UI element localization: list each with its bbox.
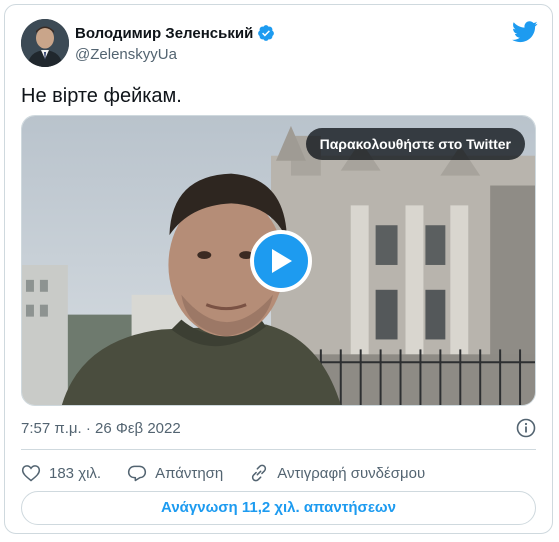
link-icon — [252, 464, 267, 482]
watch-on-twitter-button[interactable]: Παρακολουθήστε στο Twitter — [305, 128, 525, 160]
video-media[interactable]: Παρακολουθήστε στο Twitter — [21, 115, 536, 406]
copy-link-button[interactable]: Αντιγραφή συνδέσμου — [249, 463, 425, 483]
info-icon[interactable] — [516, 418, 536, 438]
action-bar: 183 χιλ. Απάντηση Αντιγραφή συνδέσμου — [21, 461, 536, 485]
reply-button[interactable]: Απάντηση — [127, 463, 223, 483]
divider — [21, 449, 536, 450]
read-replies-button[interactable]: Ανάγνωση 11,2 χιλ. απαντήσεων — [21, 491, 536, 525]
tweet-card: Володимир Зеленський @ZelenskyyUa Не вір… — [4, 4, 553, 534]
copy-link-label: Αντιγραφή συνδέσμου — [277, 464, 426, 482]
display-name[interactable]: Володимир Зеленський — [75, 25, 253, 42]
tweet-text: Не вірте фейкам. — [21, 85, 182, 107]
user-handle[interactable]: @ZelenskyyUa — [75, 46, 177, 63]
like-count: 183 χιλ. — [49, 464, 102, 482]
reply-label: Απάντηση — [155, 464, 224, 482]
like-button[interactable]: 183 χιλ. — [21, 463, 101, 483]
play-icon — [272, 249, 292, 273]
twitter-bird-icon[interactable] — [512, 21, 538, 43]
reply-icon — [127, 465, 147, 482]
timestamp-row: 7:57 π.μ. · 26 Φεβ 2022 — [21, 418, 536, 440]
verified-badge-icon — [258, 25, 275, 41]
heart-icon — [21, 465, 41, 482]
avatar[interactable] — [21, 19, 69, 67]
tweet-timestamp[interactable]: 7:57 π.μ. · 26 Φεβ 2022 — [21, 420, 181, 437]
play-button[interactable] — [250, 230, 312, 292]
tweet-header: Володимир Зеленський @ZelenskyyUa — [21, 19, 538, 71]
name-row: Володимир Зеленський — [75, 24, 275, 42]
